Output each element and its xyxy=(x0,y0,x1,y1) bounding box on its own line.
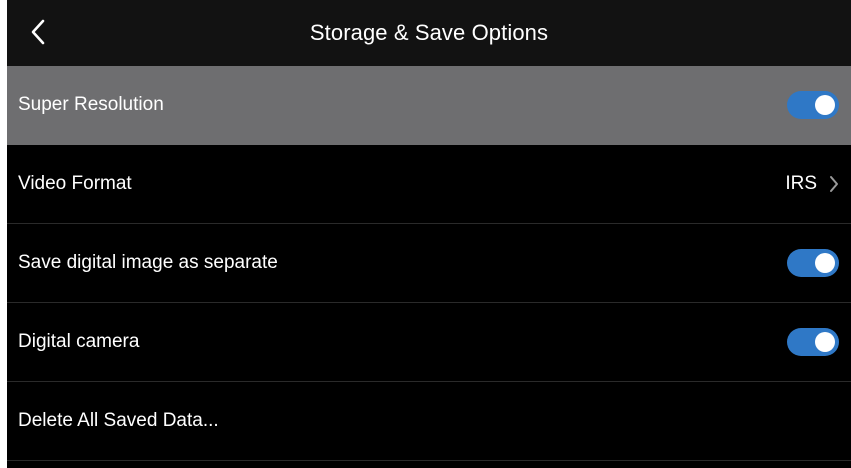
setting-label: Video Format xyxy=(18,173,132,194)
back-button[interactable] xyxy=(21,14,55,50)
digital-camera-toggle[interactable] xyxy=(787,328,839,356)
toggle-knob xyxy=(815,253,835,273)
video-format-value: IRS xyxy=(785,173,817,194)
setting-label: Super Resolution xyxy=(18,94,164,115)
setting-row-delete-all-saved-data[interactable]: Delete All Saved Data... xyxy=(7,382,851,461)
toggle-knob xyxy=(815,332,835,352)
video-format-selector[interactable]: IRS xyxy=(785,173,839,195)
setting-row-digital-camera[interactable]: Digital camera xyxy=(7,303,851,382)
setting-label: Save digital image as separate xyxy=(18,252,278,273)
header-bar: Storage & Save Options xyxy=(7,0,851,66)
setting-row-super-resolution[interactable]: Super Resolution xyxy=(7,66,851,145)
setting-label: Digital camera xyxy=(18,331,140,352)
chevron-right-icon xyxy=(829,175,839,193)
delete-all-saved-data-button[interactable]: Delete All Saved Data... xyxy=(18,410,219,432)
setting-row-video-format[interactable]: Video Format IRS xyxy=(7,145,851,224)
chevron-left-icon xyxy=(31,19,45,45)
setting-row-save-digital-image[interactable]: Save digital image as separate xyxy=(7,224,851,303)
settings-screen: Storage & Save Options Super Resolution … xyxy=(7,0,851,468)
toggle-knob xyxy=(815,95,835,115)
save-digital-image-toggle[interactable] xyxy=(787,249,839,277)
page-title: Storage & Save Options xyxy=(309,20,549,45)
super-resolution-toggle[interactable] xyxy=(787,91,839,119)
